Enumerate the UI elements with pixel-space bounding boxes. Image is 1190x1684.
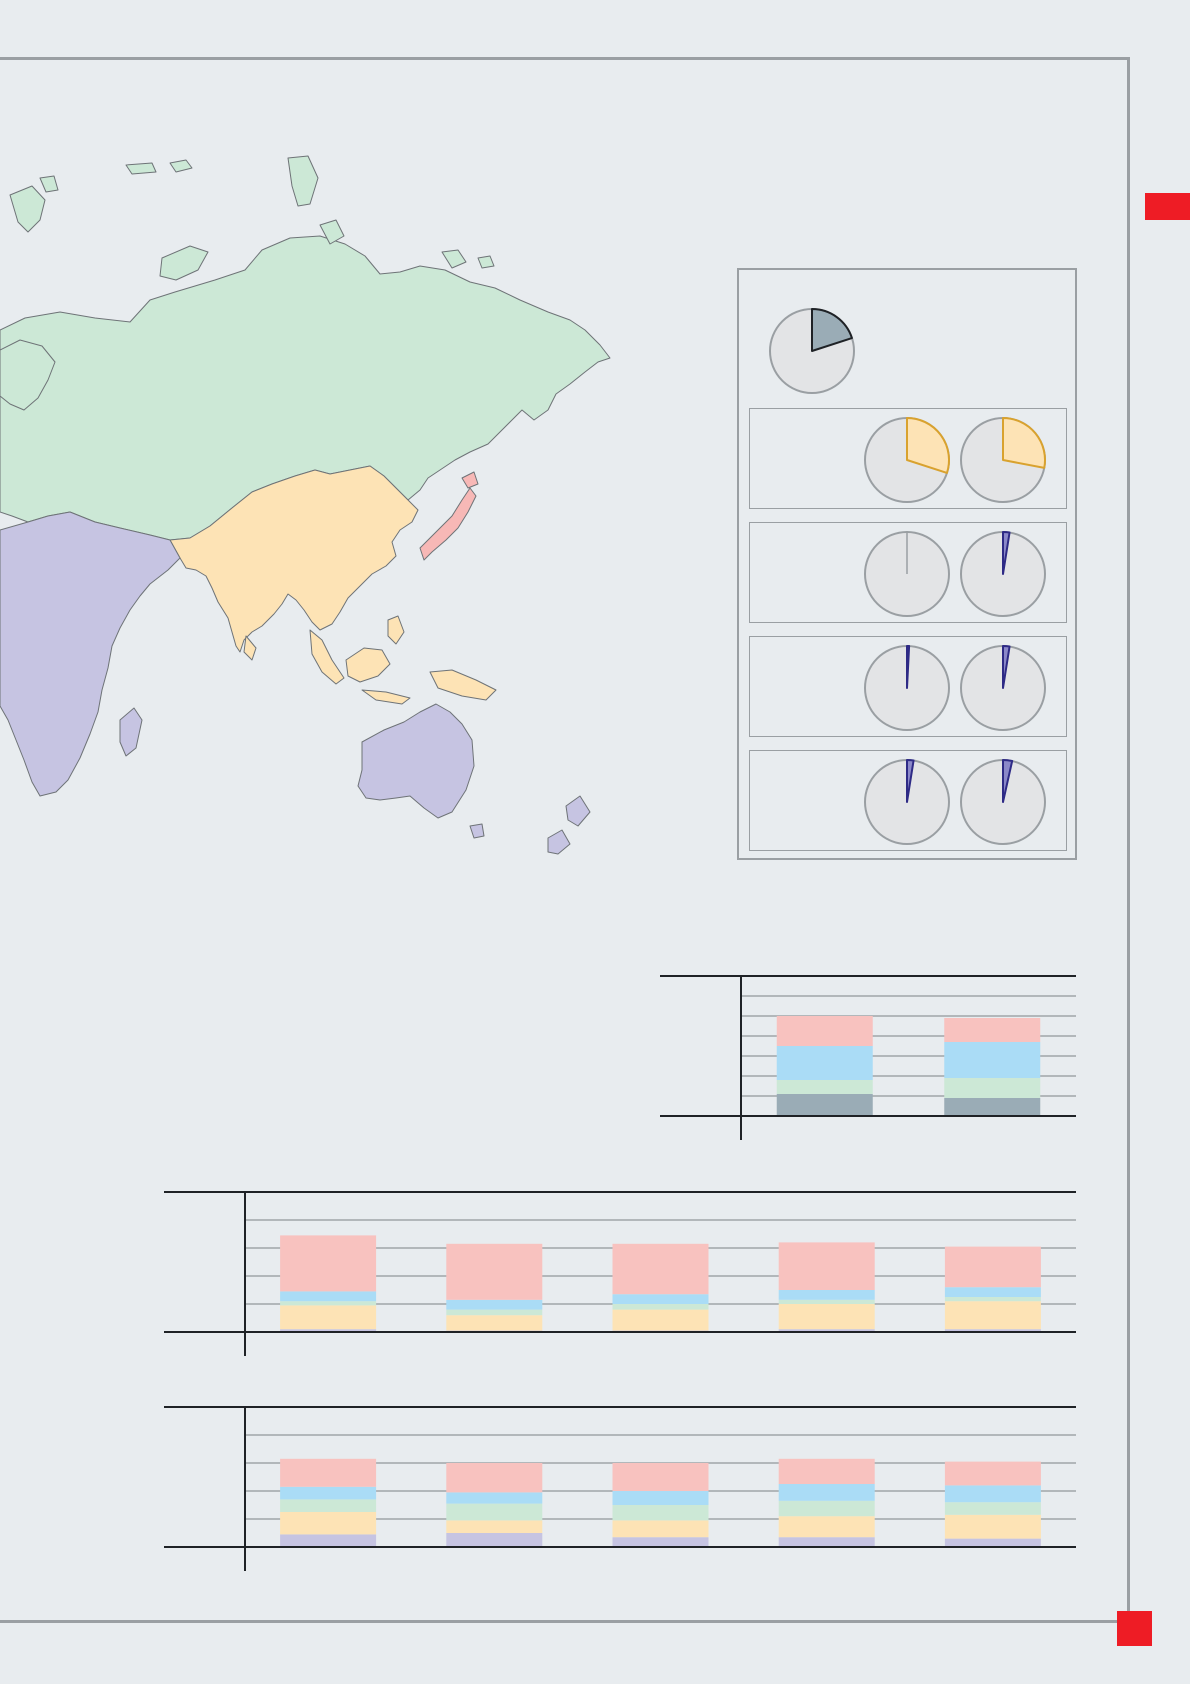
- bar-3-segment-1: [612, 1537, 709, 1547]
- region-japan: [419, 487, 477, 561]
- bar-4-segment-3: [778, 1299, 875, 1304]
- legend-main-pie: [769, 308, 855, 394]
- bar-5-segment-5: [944, 1246, 1041, 1288]
- bar-3-segment-4: [612, 1294, 709, 1304]
- bar-2-segment-4: [944, 1018, 1041, 1042]
- bar-2-segment-3: [446, 1503, 543, 1521]
- stacked-bar-chart-bottom: [164, 1406, 1076, 1571]
- bar-2-segment-1: [944, 1098, 1041, 1116]
- bar-3-segment-2: [612, 1520, 709, 1538]
- legend-row-4: [749, 750, 1067, 851]
- stacked-bar-chart-top: [660, 975, 1076, 1140]
- bar-4-segment-4: [778, 1290, 875, 1300]
- bar-1-segment-2: [776, 1080, 873, 1094]
- bar-2-segment-4: [446, 1299, 543, 1310]
- bar-5-segment-3: [944, 1502, 1041, 1515]
- bar-2-segment-3: [944, 1042, 1041, 1078]
- bar-2-segment-2: [446, 1520, 543, 1533]
- bar-1-segment-4: [776, 1016, 873, 1046]
- bar-2-segment-4: [446, 1492, 543, 1504]
- world-map: [0, 140, 640, 870]
- bar-2-segment-2: [446, 1315, 543, 1331]
- bar-4-segment-4: [778, 1484, 875, 1501]
- bar-3-segment-5: [612, 1243, 709, 1295]
- bar-5-segment-3: [944, 1297, 1041, 1302]
- bar-4-segment-2: [778, 1516, 875, 1538]
- bar-1-segment-2: [280, 1305, 377, 1330]
- bar-3-segment-5: [612, 1463, 709, 1491]
- bar-2-segment-5: [446, 1463, 543, 1493]
- bar-5-segment-1: [944, 1538, 1041, 1547]
- pie-legend-panel: [737, 268, 1077, 860]
- legend-row-1-right-pie-slice: [1002, 417, 1046, 469]
- bar-4-segment-2: [778, 1304, 875, 1330]
- bar-2-segment-5: [446, 1243, 543, 1300]
- bar-1-segment-4: [280, 1486, 377, 1500]
- legend-row-3-right-pie: [960, 645, 1046, 731]
- legend-row-2: [749, 522, 1067, 623]
- legend-row-1-left-pie: [864, 417, 950, 503]
- legend-row-3: [749, 636, 1067, 737]
- bar-1-segment-5: [280, 1458, 377, 1487]
- legend-row-1-right-pie: [960, 417, 1046, 503]
- bar-5-segment-2: [944, 1514, 1041, 1539]
- bar-4-segment-5: [778, 1242, 875, 1290]
- legend-row-4-left-pie: [864, 759, 950, 845]
- bar-1-segment-3: [776, 1046, 873, 1080]
- bar-1-segment-1: [776, 1094, 873, 1116]
- bar-1-segment-1: [280, 1534, 377, 1547]
- stacked-bar-chart-middle: [164, 1191, 1076, 1356]
- bar-1-segment-5: [280, 1235, 377, 1292]
- bar-5-segment-4: [944, 1485, 1041, 1503]
- legend-row-2-left-pie: [864, 531, 950, 617]
- bar-5-segment-2: [944, 1301, 1041, 1330]
- bar-1-segment-2: [280, 1512, 377, 1535]
- bar-4-segment-1: [778, 1537, 875, 1547]
- bar-3-segment-4: [612, 1491, 709, 1505]
- bar-4-segment-3: [778, 1500, 875, 1517]
- bar-1-segment-3: [280, 1301, 377, 1306]
- bar-3-segment-2: [612, 1309, 709, 1331]
- page-corner-marker: [1117, 1611, 1152, 1646]
- region-africa: [0, 511, 181, 797]
- legend-row-2-right-pie: [960, 531, 1046, 617]
- bar-1-segment-3: [280, 1499, 377, 1512]
- legend-row-1: [749, 408, 1067, 509]
- bar-3-segment-3: [612, 1505, 709, 1521]
- region-australia: [357, 703, 475, 819]
- bar-2-segment-2: [944, 1078, 1041, 1098]
- section-tab-marker: [1145, 193, 1190, 220]
- bar-4-segment-5: [778, 1458, 875, 1484]
- bar-5-segment-5: [944, 1461, 1041, 1486]
- bar-2-segment-1: [446, 1533, 543, 1547]
- bar-5-segment-4: [944, 1287, 1041, 1297]
- bar-1-segment-4: [280, 1291, 377, 1302]
- legend-row-4-right-pie: [960, 759, 1046, 845]
- bar-3-segment-3: [612, 1304, 709, 1310]
- bar-2-segment-3: [446, 1309, 543, 1316]
- legend-row-3-left-pie: [864, 645, 950, 731]
